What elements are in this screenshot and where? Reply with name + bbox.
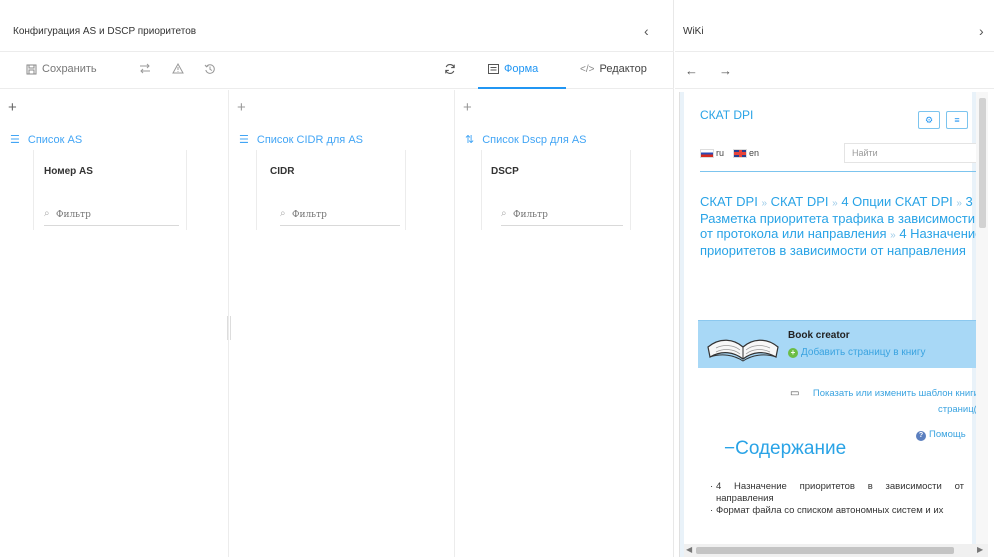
breadcrumb-link[interactable]: СКАТ DPI <box>771 194 829 209</box>
forward-arrow-icon[interactable]: → <box>719 63 732 78</box>
toc-item[interactable]: 4 Назначение приоритетов в зависимости о… <box>710 481 964 504</box>
add-dscp-button[interactable]: + <box>463 100 472 115</box>
dscp-filter-input[interactable] <box>501 204 623 226</box>
history-icon <box>204 64 215 74</box>
history-button[interactable] <box>204 63 216 75</box>
as-list-column: + ☰ Список AS Номер AS ⌕ <box>0 90 229 557</box>
cidr-table: CIDR ⌕ <box>256 150 406 230</box>
book-creator-title: Book creator <box>788 330 850 341</box>
save-icon <box>26 64 37 74</box>
code-icon: </> <box>580 63 595 75</box>
toc-list: 4 Назначение приоритетов в зависимости о… <box>710 481 964 518</box>
gear-icon[interactable]: ⚙ <box>918 111 940 129</box>
save-button[interactable]: Сохранить <box>26 63 97 75</box>
tab-editor[interactable]: </> Редактор <box>580 63 647 75</box>
dscp-list-title-label: Список Dscp для AS <box>482 133 587 146</box>
dscp-list-title: ⇅ Список Dscp для AS <box>465 133 587 147</box>
as-number-column-header: Номер AS <box>44 166 93 177</box>
wiki-navigation: ← → <box>675 53 994 89</box>
cidr-list-title-label: Список CIDR для AS <box>256 133 363 146</box>
scroll-left-icon[interactable]: ◀ <box>686 545 692 554</box>
as-table: Номер AS ⌕ <box>33 150 187 230</box>
cidr-column-header: CIDR <box>270 166 295 177</box>
revert-button[interactable] <box>138 63 152 74</box>
wiki-title: WiKi <box>683 26 704 37</box>
add-cidr-button[interactable]: + <box>237 100 246 115</box>
breadcrumb-link[interactable]: 4 Опции СКАТ DPI <box>841 194 952 209</box>
cidr-filter-input[interactable] <box>280 204 400 226</box>
sort-icon: ⇅ <box>465 134 475 146</box>
open-book-icon <box>707 339 779 362</box>
breadcrumb: СКАТ DPI » СКАТ DPI » 4 Опции СКАТ DPI »… <box>700 194 985 258</box>
collapse-panel-icon[interactable]: ‹ <box>644 23 649 39</box>
wiki-page: СКАТ DPI ⚙ ≡ ru en СКАТ DPI » СКАТ DPI »… <box>684 92 988 544</box>
config-panel: Конфигурация AS и DSCP приоритетов ‹ Сох… <box>0 0 674 557</box>
add-page-to-book-label: Добавить страницу в книгу <box>801 347 926 358</box>
scroll-right-icon[interactable]: ▶ <box>977 545 983 554</box>
lang-en-link[interactable]: en <box>749 148 759 158</box>
as-filter-input[interactable] <box>44 204 179 226</box>
wiki-header: WiKi › <box>675 14 994 52</box>
dscp-column-header: DSCP <box>491 166 519 177</box>
expand-wiki-icon[interactable]: › <box>979 23 984 39</box>
add-icon: + <box>788 348 798 358</box>
dscp-table: DSCP ⌕ <box>481 150 631 230</box>
breadcrumb-separator: » <box>890 230 896 241</box>
page-title: Конфигурация AS и DSCP приоритетов <box>13 26 197 37</box>
horizontal-scrollbar[interactable]: ◀ ▶ <box>684 544 988 557</box>
divider <box>700 171 988 172</box>
show-book-template-link[interactable]: Показать или изменить шаблон книги (0 ст… <box>790 386 988 418</box>
breadcrumb-separator: » <box>761 198 768 209</box>
as-list-title-label: Список AS <box>27 133 83 146</box>
back-arrow-icon[interactable]: ← <box>685 63 698 78</box>
wiki-content-frame: СКАТ DPI ⚙ ≡ ru en СКАТ DPI » СКАТ DPI »… <box>679 92 988 557</box>
scrollbar-thumb[interactable] <box>696 547 954 554</box>
dscp-list-column: + ⇅ Список Dscp для AS DSCP ⌕ <box>455 90 674 557</box>
scrollbar-thumb[interactable] <box>979 98 986 228</box>
revert-icon <box>140 63 150 74</box>
list-icon: ☰ <box>239 134 249 146</box>
menu-icon[interactable]: ≡ <box>946 111 968 129</box>
warning-icon <box>172 63 184 74</box>
list-icon: ☰ <box>10 134 20 146</box>
add-page-to-book-link[interactable]: + Добавить страницу в книгу <box>788 347 926 358</box>
add-as-button[interactable]: + <box>8 100 17 115</box>
active-tab-indicator <box>478 87 566 89</box>
refresh-icon <box>445 64 455 74</box>
breadcrumb-separator: » <box>832 198 838 209</box>
config-header: Конфигурация AS и DSCP приоритетов ‹ <box>0 14 674 52</box>
validate-button[interactable] <box>172 63 184 74</box>
refresh-button[interactable] <box>444 63 456 75</box>
form-icon <box>488 64 499 74</box>
as-list-title: ☰ Список AS <box>10 133 83 147</box>
wiki-search-input[interactable] <box>844 143 982 163</box>
english-flag-icon[interactable] <box>733 149 747 158</box>
book-creator-box: Book creator + Добавить страницу в книгу <box>698 320 988 368</box>
help-link-label: Помощь <box>929 429 966 440</box>
russian-flag-icon[interactable] <box>700 149 714 158</box>
tab-editor-label: Редактор <box>599 63 647 75</box>
help-icon: ? <box>916 431 926 441</box>
breadcrumb-separator: » <box>956 198 962 209</box>
wiki-brand-link[interactable]: СКАТ DPI <box>700 108 753 122</box>
toolbar: Сохранить Форма </> Редактор <box>0 53 674 89</box>
cidr-list-title: ☰ Список CIDR для AS <box>239 133 363 147</box>
toc-title[interactable]: −Содержание <box>724 438 846 460</box>
toc-item[interactable]: Формат файла со списком автономных систе… <box>710 505 964 517</box>
help-link[interactable]: ? Помощь <box>916 429 966 441</box>
tab-form-label: Форма <box>504 63 539 75</box>
save-button-label: Сохранить <box>42 63 97 75</box>
vertical-scrollbar[interactable] <box>976 92 988 544</box>
lang-ru-link[interactable]: ru <box>716 148 724 158</box>
tab-form[interactable]: Форма <box>488 63 538 75</box>
cidr-list-column: + ☰ Список CIDR для AS CIDR ⌕ <box>229 90 455 557</box>
wiki-panel: WiKi › ← → СКАТ DPI ⚙ ≡ ru en СКАТ DPI »… <box>675 0 994 557</box>
breadcrumb-link[interactable]: СКАТ DPI <box>700 194 758 209</box>
